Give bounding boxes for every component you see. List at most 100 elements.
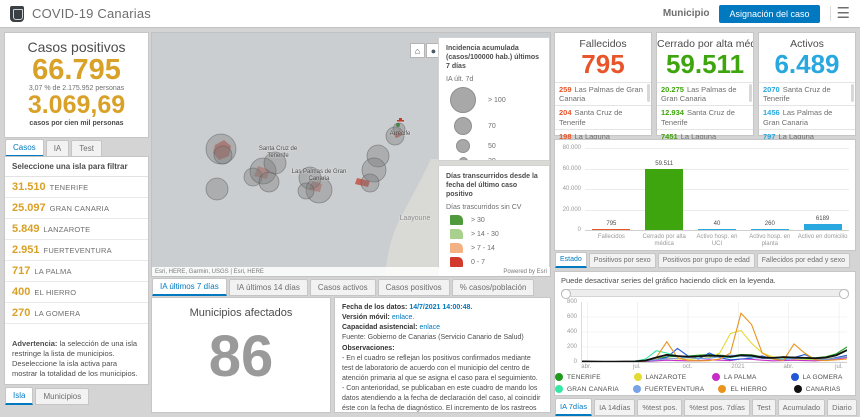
tab-isla[interactable]: Isla [5,387,34,405]
island-row-el-hierro[interactable]: 400 EL HIERRO [5,282,148,303]
bar-1[interactable] [645,169,684,230]
island-name: LANZAROTE [43,224,91,234]
closed-value: 59.511 [665,49,745,79]
series-name: LANZAROTE [645,373,687,381]
observation-item: - En el cuadro se reflejan los positivos… [342,354,538,382]
legend-item-gran-canaria[interactable]: GRAN CANARIA [555,385,619,393]
slider-handle-left[interactable] [561,289,571,299]
legend-item-lanzarote[interactable]: LANZAROTE [633,373,699,381]
tab-casos-activos[interactable]: Casos activos [309,279,376,296]
tab-casos[interactable]: Casos [5,139,44,157]
legend-item-canarias[interactable]: CANARIAS [793,385,855,393]
status-bar-chart: 80.000 60.000 40.000 20.000 0 795 59.511 40 260… [554,139,856,251]
bar-chart-categories: Fallecidos Cerrado por alta médica Activo … [597,233,848,247]
tab-ia[interactable]: IA [45,140,70,157]
tab-test-pos-7dias[interactable]: %test pos. 7días [684,399,750,416]
island-row-tenerife[interactable]: 31.510 TENERIFE [5,177,148,198]
legend-label: 0 - 7 [471,258,486,266]
series-name: GRAN CANARIA [567,385,619,393]
map-label-tenerife: Santa Cruz de Tenerife [258,146,298,159]
island-name: EL HIERRO [34,287,77,297]
item-value: 259 [559,84,572,94]
bar-2[interactable] [697,229,736,230]
tab-ia-7-dias[interactable]: IA últimos 7 días [152,278,227,296]
tab-ia-14-dias[interactable]: IA últimos 14 días [228,279,308,296]
island-row-fuerteventura[interactable]: 2.951 FUERTEVENTURA [5,240,148,261]
bar-3[interactable] [750,229,789,230]
municipio-label[interactable]: Municipio [663,8,710,19]
positives-title: Casos positivos [27,39,126,55]
status-tabbar: Estado Positivos por sexo Positivos por … [555,252,851,268]
series-name: LA PALMA [724,373,757,381]
slider-handle-right[interactable] [839,289,849,299]
scrollbar[interactable] [851,83,854,102]
tab-positivos-sexo[interactable]: Positivos por sexo [588,253,656,268]
tab-ia-7dias[interactable]: IA 7días [555,398,593,416]
legend-item-el-hierro[interactable]: EL HIERRO [718,385,779,393]
scrollbar[interactable] [749,83,752,102]
mobile-link[interactable]: enlace. [392,314,415,321]
map-label-gran-canaria: Las Palmas de Gran Canaria [291,169,347,182]
legend-item-la-gomera[interactable]: LA GOMERA [790,373,856,381]
legend-row: 50 [446,139,542,154]
island-row-gran-canaria[interactable]: 25.097 GRAN CANARIA [5,198,148,219]
tab-casos-positivos[interactable]: Casos positivos [377,279,450,296]
legend-label: > 7 - 14 [471,244,495,252]
bar-4[interactable] [803,224,842,230]
map-label-laayoune: Laayoune [399,215,431,222]
line-chart-xlabels: abr. jul. oct. 2021 abr. jul. [581,364,843,370]
municipalities-card: Municipios afectados 86 [151,297,331,413]
tab-test[interactable]: Test [71,140,102,157]
line-chart-plot-area[interactable] [581,302,847,363]
legend-label: 70 [488,122,496,130]
bar-chart-plot[interactable]: 795 59.511 40 260 6189 [585,148,849,230]
legend-item-la-palma[interactable]: LA PALMA [712,373,777,381]
scrollbar[interactable] [647,83,650,102]
legend-item-tenerife[interactable]: TENERIFE [555,373,620,381]
tab-acumulado[interactable]: Acumulado [777,399,826,416]
series-color-dot [632,385,641,393]
tab-ia-14dias[interactable]: IA 14días [594,399,636,416]
closed-card: Cerrado por alta médica 59.511 20.275Las… [656,32,754,141]
tab-casos-poblacion[interactable]: % casos/población [451,279,535,296]
bar-0[interactable] [592,229,631,230]
legend-label: 20 [488,158,496,160]
tab-municipios[interactable]: Municipios [35,388,90,405]
tab-test[interactable]: Test [751,399,776,416]
home-extent-button[interactable]: ⌂ [410,43,425,58]
circle-size-swatch [454,117,472,136]
island-row-la-palma[interactable]: 717 LA PALMA [5,261,148,282]
positives-card: Casos positivos 66.795 3,07 % de 2.175.9… [4,32,149,138]
positives-tabbar: Casos IA Test [5,139,102,157]
date-value: 14/7/2021 14:00:48. [409,304,473,311]
island-cases: 270 [12,307,31,319]
menu-icon[interactable]: ☰ [829,6,850,21]
island-row-la-gomera[interactable]: 270 LA GOMERA [5,303,148,324]
capacity-link[interactable]: enlace [419,324,440,331]
map-canvas[interactable]: Santa Cruz de Tenerife Las Palmas de Gra… [151,32,551,277]
item-value: 12.934 [661,108,684,118]
map-tabbar: IA últimos 7 días IA últimos 14 días Cas… [152,278,535,296]
positives-rate-caption: casos por cien mil personas [29,119,124,127]
series-color-dot [555,373,563,381]
circle-size-swatch [456,139,470,154]
legend-row: > 7 - 14 [446,243,542,254]
tab-fallecidos-edad-sexo[interactable]: Fallecidos por edad y sexo [756,253,851,268]
legend-item-fuerteventura[interactable]: FUERTEVENTURA [632,385,705,393]
tab-test-pos[interactable]: %test pos. [637,399,683,416]
list-item: 204 Santa Cruz de Tenerife [555,105,651,129]
island-name: LA GOMERA [34,308,81,318]
assign-case-button[interactable]: Asignación del caso [719,4,820,23]
list-item: 12.934 Santa Cruz de Tenerife [657,105,753,129]
powered-by-esri: Powered by Esri [503,268,547,275]
tab-positivos-edad[interactable]: Positivos por grupo de edad [657,253,755,268]
island-name: GRAN CANARIA [49,203,110,213]
tab-diario[interactable]: Diario [827,399,857,416]
chart-hint-text: Puede desactivar series del gráfico haci… [561,276,776,285]
island-row-lanzarote[interactable]: 5.849 LANZAROTE [5,219,148,240]
legend-row: 70 [446,117,542,136]
tab-estado[interactable]: Estado [555,252,587,268]
line-chart-series [582,302,847,362]
time-range-slider[interactable] [561,289,849,299]
capacity-label: Capacidad asistencial: [342,324,418,332]
